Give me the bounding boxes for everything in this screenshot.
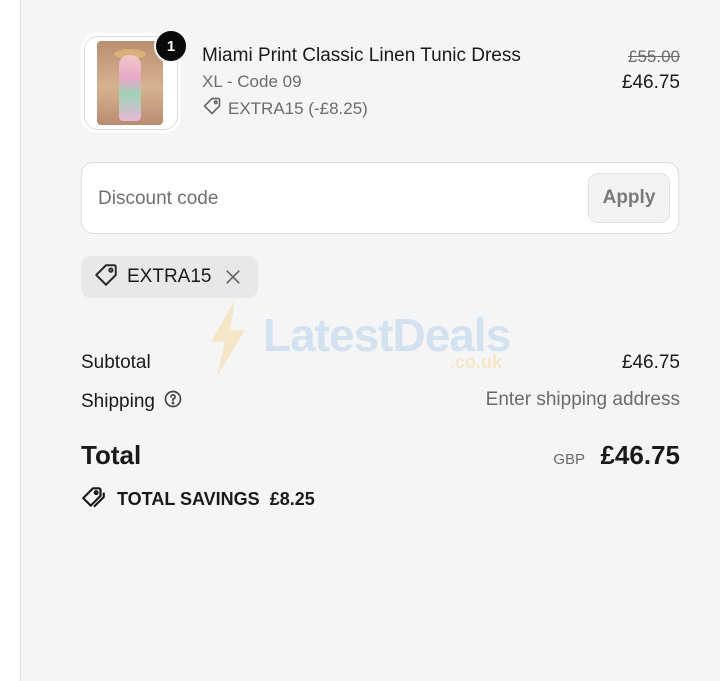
product-name: Miami Print Classic Linen Tunic Dress — [202, 45, 521, 66]
quantity-badge: 1 — [154, 29, 188, 63]
help-circle-icon[interactable] — [163, 389, 183, 415]
subtotal-label: Subtotal — [81, 352, 151, 373]
total-currency: GBP — [553, 451, 585, 468]
tags-icon — [81, 484, 107, 515]
shipping-row: Shipping — [81, 389, 183, 415]
applied-discount-chip: EXTRA15 — [81, 256, 258, 298]
tag-icon — [93, 262, 119, 293]
total-value: £46.75 — [600, 440, 680, 470]
discount-code-input[interactable] — [96, 181, 580, 217]
apply-button[interactable]: Apply — [588, 173, 670, 223]
savings-label: TOTAL SAVINGS — [117, 489, 260, 509]
close-icon[interactable] — [223, 267, 243, 287]
shipping-label: Shipping — [81, 391, 155, 412]
tag-icon — [202, 96, 222, 121]
applied-discount-code: EXTRA15 — [127, 266, 212, 287]
shipping-value: Enter shipping address — [485, 389, 680, 410]
total-label: Total — [81, 440, 142, 470]
product-discount-text: EXTRA15 (-£8.25) — [228, 98, 368, 118]
original-price: £55.00 — [628, 47, 680, 66]
total-savings: TOTAL SAVINGS £8.25 — [81, 484, 315, 515]
discount-code-field: Apply — [81, 162, 679, 234]
product-variant: XL - Code 09 — [202, 72, 302, 91]
item-price: £46.75 — [621, 72, 680, 93]
product-image — [97, 41, 163, 125]
product-discount: EXTRA15 (-£8.25) — [202, 96, 368, 121]
subtotal-value: £46.75 — [621, 352, 680, 373]
savings-value: £8.25 — [269, 489, 315, 509]
